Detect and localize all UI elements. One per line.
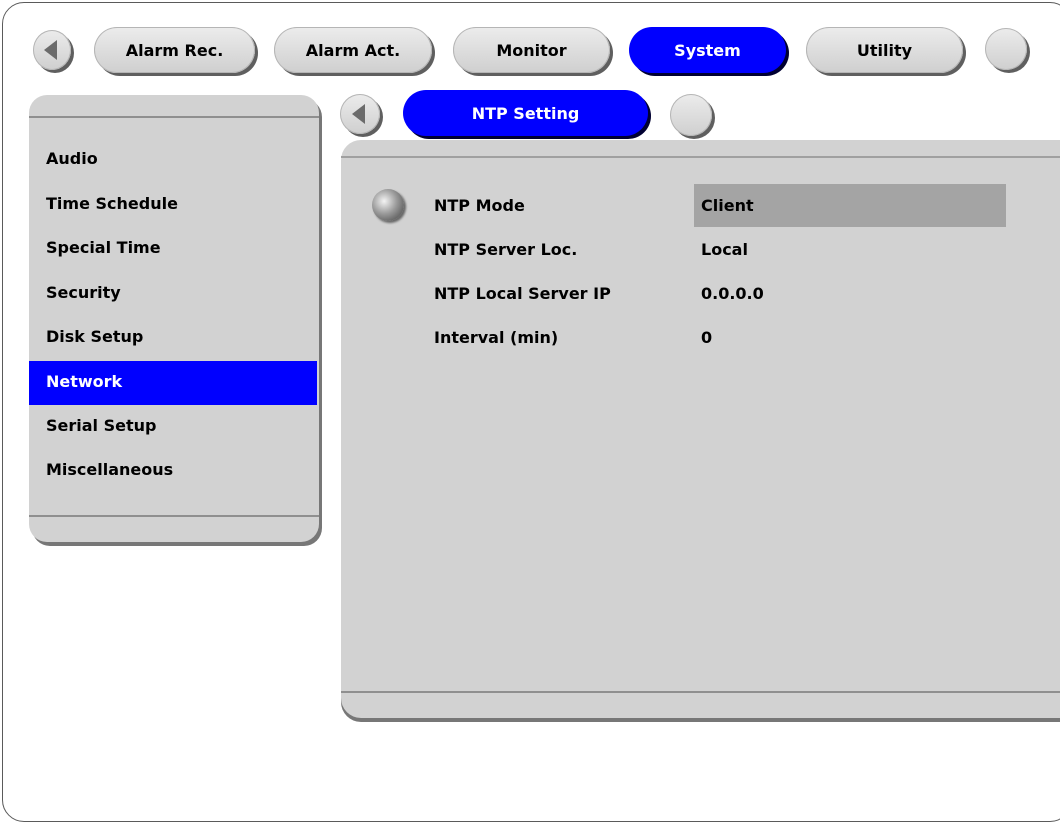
left-arrow-icon [352, 104, 365, 124]
sidebar-item-special-time[interactable]: Special Time [29, 227, 317, 271]
subtab-label: NTP Setting [471, 103, 580, 123]
setting-value-interval[interactable]: 0 [701, 328, 712, 347]
setting-label-ntp-local-server-ip: NTP Local Server IP [434, 284, 611, 303]
sidebar-menu: Audio Time Schedule Special Time Securit… [29, 95, 319, 542]
sidebar-item-label: Miscellaneous [46, 460, 174, 479]
sidebar-item-label: Time Schedule [46, 194, 178, 213]
setting-value-ntp-mode[interactable]: Client [701, 196, 754, 215]
tab-label: Utility [856, 40, 913, 60]
sidebar-item-label: Serial Setup [46, 416, 157, 435]
sidebar-item-label: Special Time [46, 238, 161, 257]
sidebar-divider-bottom [29, 515, 319, 517]
sidebar-item-miscellaneous[interactable]: Miscellaneous [29, 449, 317, 493]
sidebar-item-time-schedule[interactable]: Time Schedule [29, 183, 317, 227]
tab-alarm-act[interactable]: Alarm Act. [274, 27, 432, 73]
left-arrow-icon [44, 40, 57, 60]
sidebar-item-network[interactable]: Network [29, 361, 317, 405]
panel-divider-top [341, 156, 1060, 158]
setting-label-ntp-server-loc: NTP Server Loc. [434, 240, 578, 259]
sidebar-item-label: Disk Setup [46, 327, 144, 346]
tab-label: Alarm Act. [305, 40, 401, 60]
next-tab-button[interactable] [985, 28, 1027, 70]
sidebar-item-audio[interactable]: Audio [29, 138, 317, 182]
sidebar-item-serial-setup[interactable]: Serial Setup [29, 405, 317, 449]
setting-label-ntp-mode: NTP Mode [434, 196, 525, 215]
sidebar-divider-top [29, 116, 319, 118]
sidebar-item-label: Security [46, 283, 121, 302]
prev-tab-button[interactable] [33, 30, 71, 70]
sidebar-item-label: Network [46, 372, 123, 391]
sidebar-item-security[interactable]: Security [29, 272, 317, 316]
tab-system[interactable]: System [629, 27, 786, 73]
panel-divider-bottom [341, 691, 1060, 693]
tab-utility[interactable]: Utility [806, 27, 963, 73]
tab-label: Monitor [496, 40, 567, 60]
tab-alarm-rec[interactable]: Alarm Rec. [94, 27, 255, 73]
prev-subtab-button[interactable] [340, 94, 380, 134]
tab-label: System [674, 40, 741, 60]
subtab-ntp-setting[interactable]: NTP Setting [403, 90, 648, 136]
selection-indicator-icon [372, 189, 404, 221]
sidebar-item-disk-setup[interactable]: Disk Setup [29, 316, 317, 360]
next-subtab-button[interactable] [670, 94, 712, 136]
tab-label: Alarm Rec. [125, 40, 224, 60]
sidebar-item-label: Audio [46, 149, 98, 168]
setting-value-ntp-local-server-ip[interactable]: 0.0.0.0 [701, 284, 764, 303]
tab-monitor[interactable]: Monitor [453, 27, 610, 73]
setting-label-interval: Interval (min) [434, 328, 559, 347]
setting-value-ntp-server-loc[interactable]: Local [701, 240, 748, 259]
